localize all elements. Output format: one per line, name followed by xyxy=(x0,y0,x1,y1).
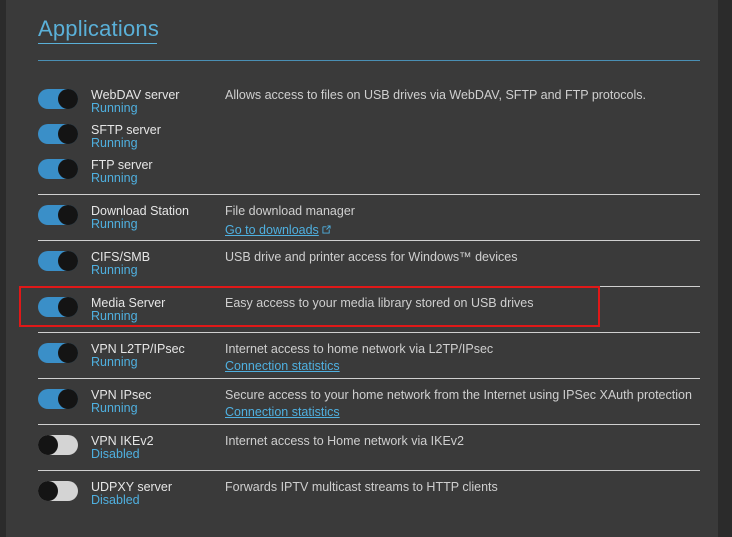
toggle-knob xyxy=(38,435,58,455)
download-station-toggle[interactable] xyxy=(38,205,78,225)
row-divider xyxy=(38,240,700,241)
connection-statistics-link[interactable]: Connection statistics xyxy=(225,405,340,419)
app-status: Running xyxy=(91,171,138,185)
external-link-icon xyxy=(322,225,331,234)
app-name: Download Station xyxy=(91,204,189,218)
go-to-downloads-link[interactable]: Go to downloads xyxy=(225,223,331,237)
app-name: WebDAV server xyxy=(91,88,180,102)
app-status: Running xyxy=(91,217,138,231)
toggle-knob xyxy=(58,159,78,179)
row-divider xyxy=(38,424,700,425)
app-description: Allows access to files on USB drives via… xyxy=(225,88,647,102)
row-divider xyxy=(38,378,700,379)
row-divider xyxy=(38,470,700,471)
cifs-smb-toggle[interactable] xyxy=(38,251,78,271)
app-name: SFTP server xyxy=(91,123,161,137)
highlight-box xyxy=(19,286,600,327)
app-status: Running xyxy=(91,263,138,277)
row-divider xyxy=(38,332,700,333)
vpn-ikev2-toggle[interactable] xyxy=(38,435,78,455)
applications-panel: Applications WebDAV server Running Allow… xyxy=(6,0,718,537)
toggle-knob xyxy=(58,389,78,409)
vpn-ipsec-toggle[interactable] xyxy=(38,389,78,409)
app-name: VPN L2TP/IPsec xyxy=(91,342,185,356)
app-description: Internet access to Home network via IKEv… xyxy=(225,434,464,448)
app-status: Running xyxy=(91,355,138,369)
app-name: CIFS/SMB xyxy=(91,250,151,264)
header-divider xyxy=(38,60,700,61)
app-description: Forwards IPTV multicast streams to HTTP … xyxy=(225,480,498,494)
row-divider xyxy=(38,194,700,195)
ftp-toggle[interactable] xyxy=(38,159,78,179)
app-description: File download manager xyxy=(225,204,355,218)
app-status: Running xyxy=(91,101,138,115)
webdav-toggle[interactable] xyxy=(38,89,78,109)
app-status: Disabled xyxy=(91,447,140,461)
toggle-knob xyxy=(58,89,78,109)
app-name: UDPXY server xyxy=(91,480,173,494)
app-status: Disabled xyxy=(91,493,140,507)
app-status: Running xyxy=(91,401,138,415)
app-name: FTP server xyxy=(91,158,153,172)
toggle-knob xyxy=(58,251,78,271)
connection-statistics-link[interactable]: Connection statistics xyxy=(225,359,340,373)
vpn-l2tp-toggle[interactable] xyxy=(38,343,78,363)
app-name: VPN IKEv2 xyxy=(91,434,154,448)
app-status: Running xyxy=(91,136,138,150)
toggle-knob xyxy=(58,343,78,363)
toggle-knob xyxy=(58,205,78,225)
toggle-knob xyxy=(58,124,78,144)
link-label: Go to downloads xyxy=(225,223,319,237)
toggle-knob xyxy=(38,481,58,501)
title-underline xyxy=(38,43,157,44)
app-description: Secure access to your home network from … xyxy=(225,388,692,402)
sftp-toggle[interactable] xyxy=(38,124,78,144)
app-name: VPN IPsec xyxy=(91,388,152,402)
udpxy-toggle[interactable] xyxy=(38,481,78,501)
app-description: USB drive and printer access for Windows… xyxy=(225,250,518,264)
section-title: Applications xyxy=(38,16,160,41)
app-description: Internet access to home network via L2TP… xyxy=(225,342,494,356)
